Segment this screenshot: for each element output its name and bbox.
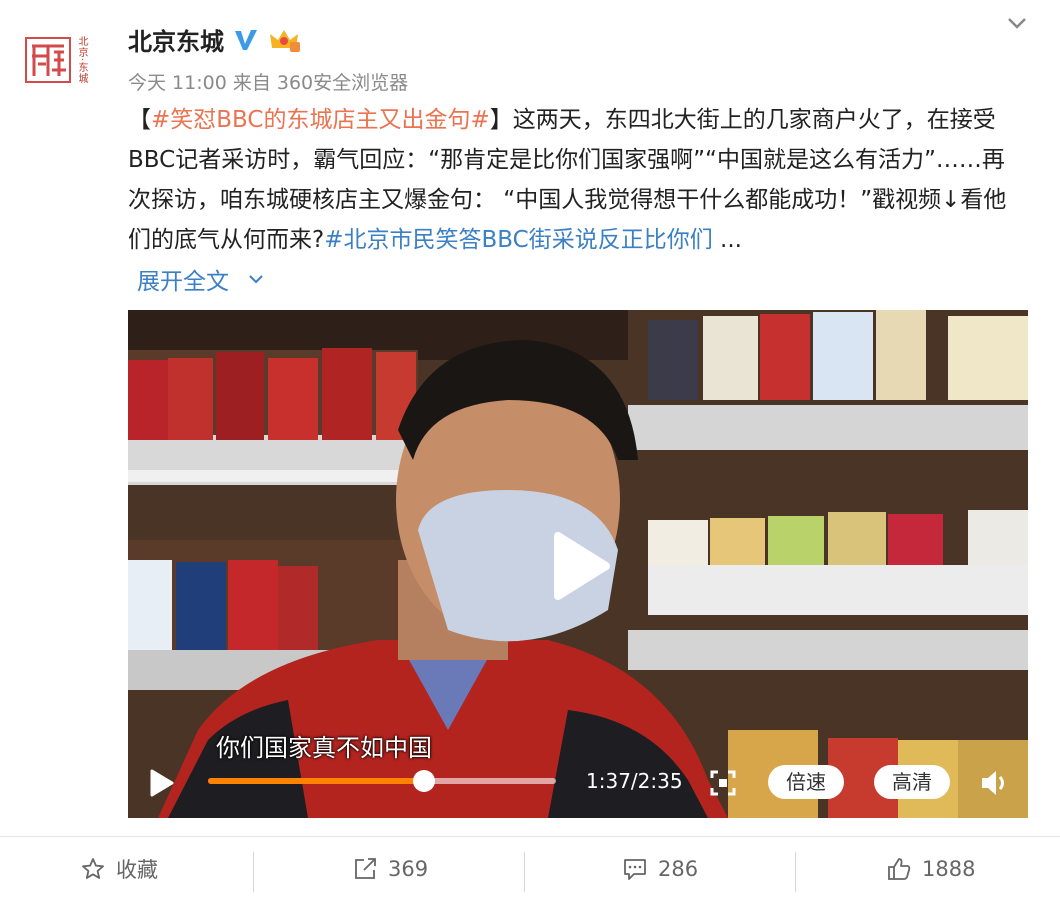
chevron-down-icon — [249, 275, 263, 284]
play-button-icon[interactable] — [144, 766, 178, 800]
video-player[interactable]: 你们国家真不如中国 1:37/2:35 倍速 高清 — [128, 310, 1028, 818]
share-icon — [355, 858, 376, 879]
video-progress-bar[interactable] — [208, 770, 556, 792]
thumbs-up-icon — [888, 858, 911, 880]
favorite-button[interactable]: 收藏 — [80, 838, 158, 900]
expand-label: 展开全文 — [137, 269, 229, 295]
separator — [253, 852, 254, 892]
expand-full-text-link[interactable]: 展开全文 — [137, 262, 267, 296]
actions-divider — [0, 836, 1060, 837]
chevron-down-icon[interactable] — [1004, 10, 1030, 36]
separator — [524, 852, 525, 892]
post-actions-bar: 收藏 369 286 1888 — [0, 838, 1060, 900]
post-content: 【#笑怼BBC的东城店主又出金句#】这两天，东四北大街上的几家商户火了，在接受B… — [128, 100, 1024, 260]
comment-button[interactable]: 286 — [622, 838, 698, 900]
post-source: 来自 360安全浏览器 — [232, 72, 409, 94]
post-meta: 今天 11:00 来自 360安全浏览器 — [128, 68, 408, 95]
play-icon[interactable] — [530, 520, 622, 612]
account-seal-logo — [25, 37, 71, 83]
account-name-row: 北京东城 — [128, 22, 300, 57]
volume-icon[interactable] — [978, 766, 1012, 800]
post-ellipsis: ... — [712, 227, 742, 253]
comment-count: 286 — [658, 857, 699, 881]
verified-v-icon — [235, 29, 257, 50]
repost-count: 369 — [388, 857, 429, 881]
bracket-close: 】 — [489, 107, 513, 133]
avatar-vertical-text: 北京·东城 — [76, 35, 87, 85]
post-time[interactable]: 今天 11:00 — [128, 72, 227, 94]
video-time: 1:37/2:35 — [586, 769, 683, 793]
video-progress-fill — [208, 778, 424, 784]
fullscreen-icon[interactable] — [708, 768, 738, 798]
video-progress-knob[interactable] — [412, 770, 435, 792]
like-count: 1888 — [922, 857, 976, 881]
hashtag-link[interactable]: #笑怼BBC的东城店主又出金句# — [151, 107, 490, 133]
separator — [795, 852, 796, 892]
star-icon — [82, 858, 104, 879]
repost-button[interactable]: 369 — [352, 838, 428, 900]
playback-speed-button[interactable]: 倍速 — [768, 765, 844, 799]
topic-link[interactable]: #北京市民笑答BBC街采说反正比你们 — [324, 227, 712, 253]
quality-button[interactable]: 高清 — [874, 765, 950, 799]
comment-icon — [624, 859, 646, 880]
like-button[interactable]: 1888 — [886, 838, 975, 900]
video-subtitle: 你们国家真不如中国 — [216, 734, 432, 762]
account-name[interactable]: 北京东城 — [128, 22, 224, 57]
bracket-open: 【 — [128, 107, 151, 133]
avatar[interactable]: 北京·东城 — [24, 28, 102, 92]
favorite-label: 收藏 — [116, 858, 158, 882]
crown-badge-icon[interactable] — [268, 26, 300, 54]
